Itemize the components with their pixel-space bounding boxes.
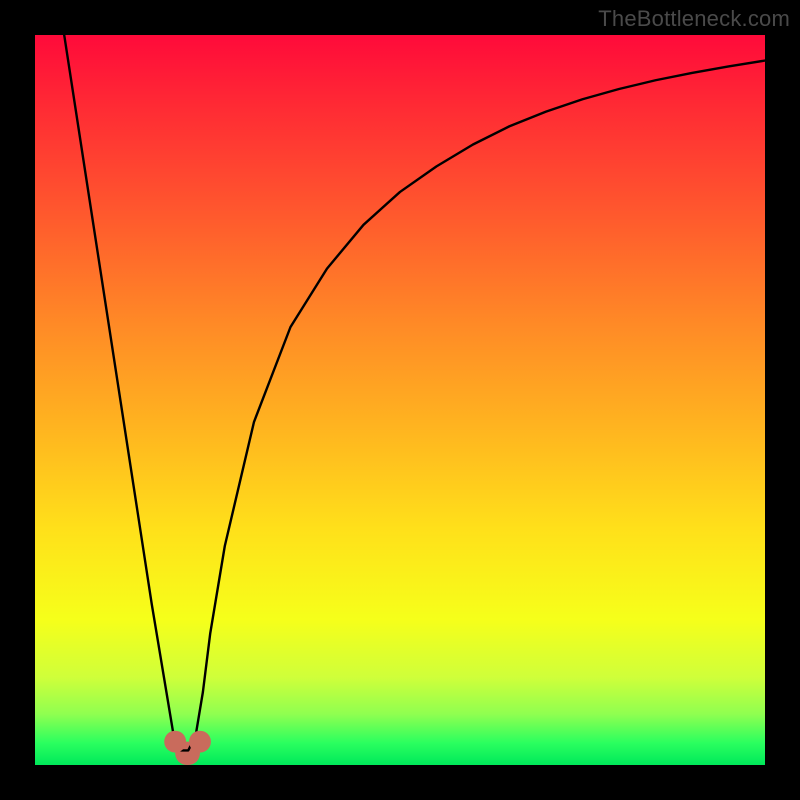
outer-frame: TheBottleneck.com (0, 0, 800, 800)
chart-svg (35, 35, 765, 765)
marker-min-right (189, 731, 211, 753)
gradient-background (35, 35, 765, 765)
chart-area (35, 35, 765, 765)
marker-min-left (164, 731, 186, 753)
watermark-text: TheBottleneck.com (598, 6, 790, 32)
